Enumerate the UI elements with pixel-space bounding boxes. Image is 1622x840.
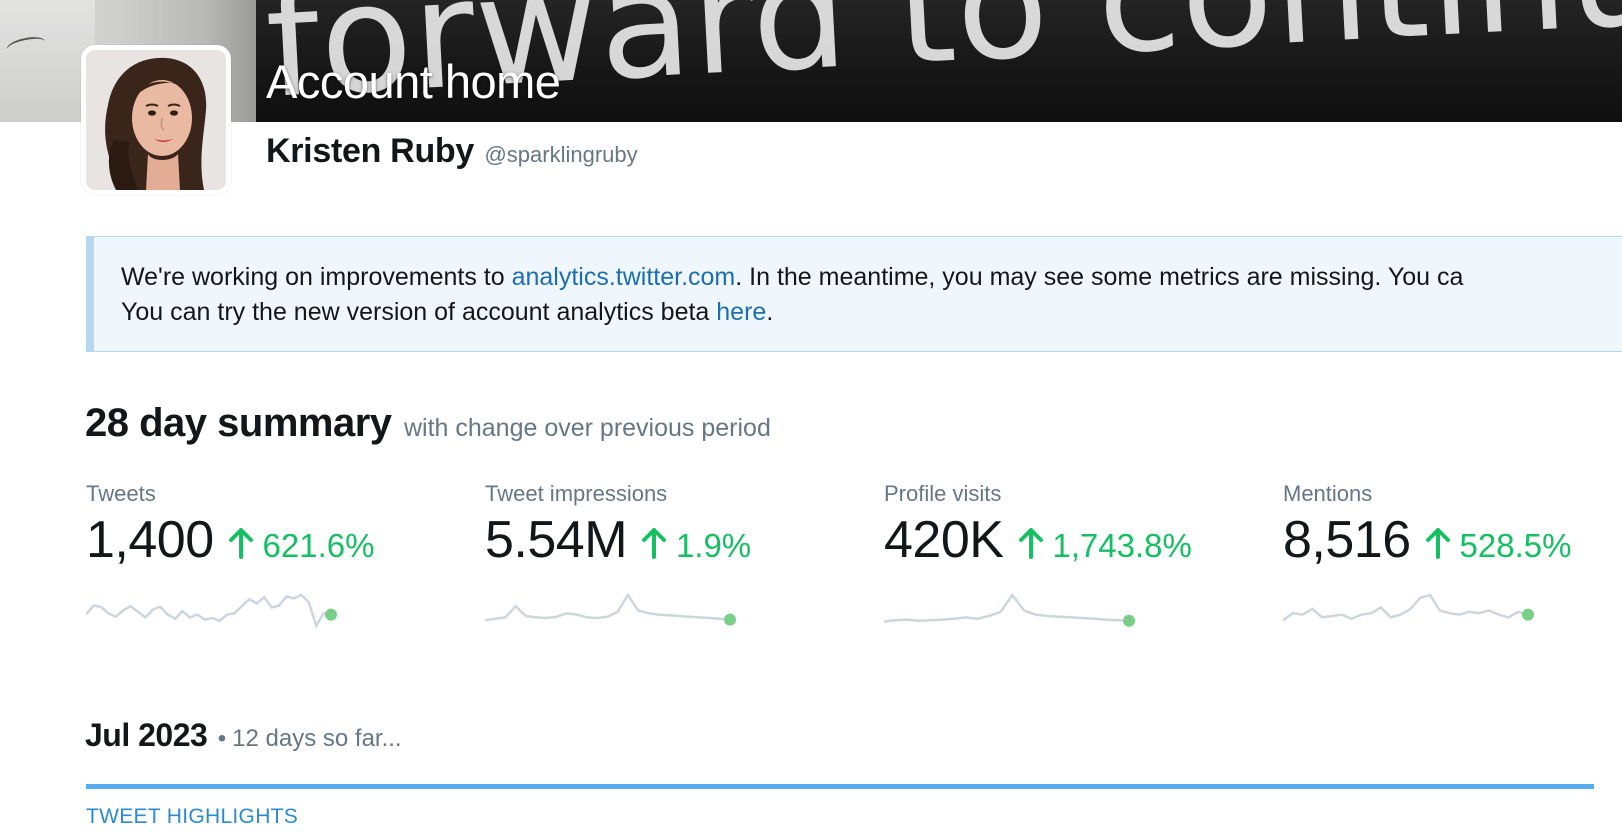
metric-value: 8,516 <box>1283 511 1411 569</box>
sparkline-end-dot <box>325 608 337 621</box>
arrow-up-icon <box>642 528 667 559</box>
sparkline <box>86 593 337 629</box>
notice-text: You can try the new version of account a… <box>121 298 717 326</box>
notice-line-1: We're working on improvements to analyti… <box>121 263 1463 292</box>
sparkline-path <box>86 593 332 629</box>
metric-value: 1,400 <box>86 511 214 569</box>
metric-row: 420K 1,743.8% <box>884 510 1264 570</box>
notice-text: . In the meantime, you may see some metr… <box>735 263 1464 291</box>
summary-subtitle: with change over previous period <box>403 414 771 442</box>
avatar[interactable] <box>81 45 231 195</box>
arrow-up-icon <box>1426 528 1451 559</box>
sparkline <box>1283 593 1534 622</box>
metric-tweet-impressions[interactable]: Tweet impressions 5.54M 1.9% <box>485 481 865 626</box>
user-display-name[interactable]: Kristen Ruby <box>266 132 474 170</box>
metric-profile-visits[interactable]: Profile visits 420K 1,743.8% <box>884 481 1264 627</box>
sparkline <box>884 592 1135 627</box>
notice-text: We're working on improvements to <box>121 263 512 291</box>
sparkline <box>485 592 736 626</box>
sparkline-end-dot <box>1522 608 1534 621</box>
summary-header: 28 day summary with change over previous… <box>85 401 771 446</box>
metric-row: 5.54M 1.9% <box>485 510 865 570</box>
sparkline-path <box>485 592 731 622</box>
analytics-link[interactable]: analytics.twitter.com <box>512 263 736 291</box>
tab-tweet-highlights[interactable]: TWEET HIGHLIGHTS <box>86 805 298 829</box>
month-divider <box>86 784 1594 789</box>
metric-change: 1,743.8% <box>1052 527 1192 564</box>
info-notice: We're working on improvements to analyti… <box>86 236 1622 352</box>
month-title: Jul 2023 <box>85 717 208 753</box>
month-header: Jul 2023 • 12 days so far... <box>85 717 402 754</box>
metric-label: Mentions <box>1283 481 1373 506</box>
avatar-portrait <box>86 50 226 190</box>
user-handle[interactable]: @sparklingruby <box>484 142 637 167</box>
sparkline-path <box>1283 593 1529 622</box>
beta-here-link[interactable]: here <box>716 298 766 326</box>
metric-change: 621.6% <box>262 527 375 564</box>
metric-mentions[interactable]: Mentions 8,516 528.5% <box>1283 481 1622 622</box>
header-banner: forward to continuing <box>0 0 1622 122</box>
arrow-up-icon <box>229 528 254 559</box>
metric-row: 1,400 621.6% <box>86 510 466 570</box>
metric-change: 528.5% <box>1459 527 1572 564</box>
metric-tweets[interactable]: Tweets 1,400 621.6% <box>86 481 466 629</box>
arrow-up-icon <box>1018 528 1043 559</box>
sparkline-path <box>884 592 1130 623</box>
notice-line-2: You can try the new version of account a… <box>121 298 773 327</box>
notice-text: . <box>766 298 774 326</box>
summary-title: 28 day summary <box>85 401 392 445</box>
sparkline-end-dot <box>724 613 736 626</box>
metric-label: Profile visits <box>884 481 1002 506</box>
metric-change: 1.9% <box>675 527 752 564</box>
month-subtitle: 12 days so far... <box>232 725 402 752</box>
sparkline-end-dot <box>1123 614 1135 627</box>
metric-label: Tweet impressions <box>485 481 668 506</box>
month-subtitle-group: • 12 days so far... <box>212 725 402 752</box>
metric-value: 5.54M <box>485 511 628 569</box>
metric-row: 8,516 528.5% <box>1283 510 1622 570</box>
metric-value: 420K <box>884 511 1004 569</box>
separator-dot: • <box>217 725 227 752</box>
profile-name-row: Kristen Ruby @sparklingruby <box>266 132 638 171</box>
page-title: Account home <box>266 55 561 108</box>
metric-label: Tweets <box>86 481 156 506</box>
